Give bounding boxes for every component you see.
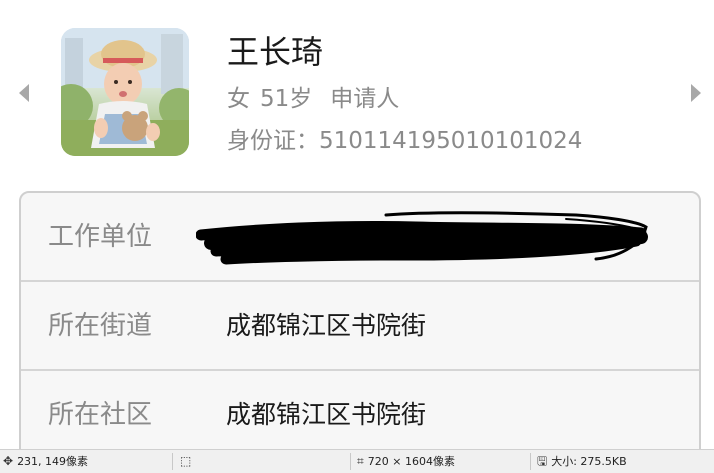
crop-icon: ⌗ <box>357 454 364 468</box>
age-text: 51岁 <box>260 86 313 112</box>
image-dimensions: ⌗ 720 × 1604像素 <box>357 450 455 473</box>
status-bar: ✥ 231, 149像素 ⬚ ⌗ 720 × 1604像素 🖫 大小: 275.5KB <box>0 449 714 473</box>
detail-row-street: 所在街道 成都锦江区书院街 <box>21 282 699 371</box>
avatar <box>61 28 189 156</box>
cursor-position: ✥ 231, 149像素 <box>3 450 88 473</box>
status-divider <box>350 453 351 470</box>
detail-label: 所在社区 <box>48 400 153 430</box>
save-icon: 🖫 <box>537 454 548 468</box>
file-size-text: 大小: 275.5KB <box>551 455 627 468</box>
detail-value: 成都锦江区书院街 <box>226 400 427 429</box>
next-arrow-icon[interactable] <box>691 84 701 102</box>
image-dimensions-text: 720 × 1604像素 <box>367 455 455 468</box>
detail-row-work-unit: 工作单位 <box>21 193 699 282</box>
role-text: 申请人 <box>330 86 400 112</box>
selection-icon: ⬚ <box>180 454 192 468</box>
details-card: 工作单位 所在街道 成都锦江区书院街 所在社区 成都锦江区书院街 <box>19 191 701 449</box>
applicant-name: 王长琦 <box>227 33 324 71</box>
id-card-number: 身份证：510114195010101024 <box>227 128 583 154</box>
selection-size[interactable]: ⬚ <box>180 450 195 473</box>
cursor-position-text: 231, 149像素 <box>17 455 89 468</box>
detail-row-community: 所在社区 成都锦江区书院街 <box>21 371 699 449</box>
previous-arrow-icon[interactable] <box>19 84 29 102</box>
viewer-canvas: 王长琦 女 51岁 申请人 身份证：510114195010101024 工作单位 … <box>0 0 714 449</box>
detail-label: 所在街道 <box>48 311 153 341</box>
child-photo-icon <box>61 28 189 156</box>
move-crosshair-icon: ✥ <box>3 454 14 468</box>
applicant-meta: 女 51岁 申请人 <box>227 82 409 116</box>
file-size: 🖫 大小: 275.5KB <box>537 450 627 473</box>
gender-text: 女 <box>227 86 250 112</box>
status-divider <box>172 453 173 470</box>
redaction-scribble-icon <box>196 211 648 265</box>
status-divider <box>530 453 531 470</box>
detail-value: 成都锦江区书院街 <box>226 311 427 340</box>
detail-label: 工作单位 <box>48 222 153 252</box>
